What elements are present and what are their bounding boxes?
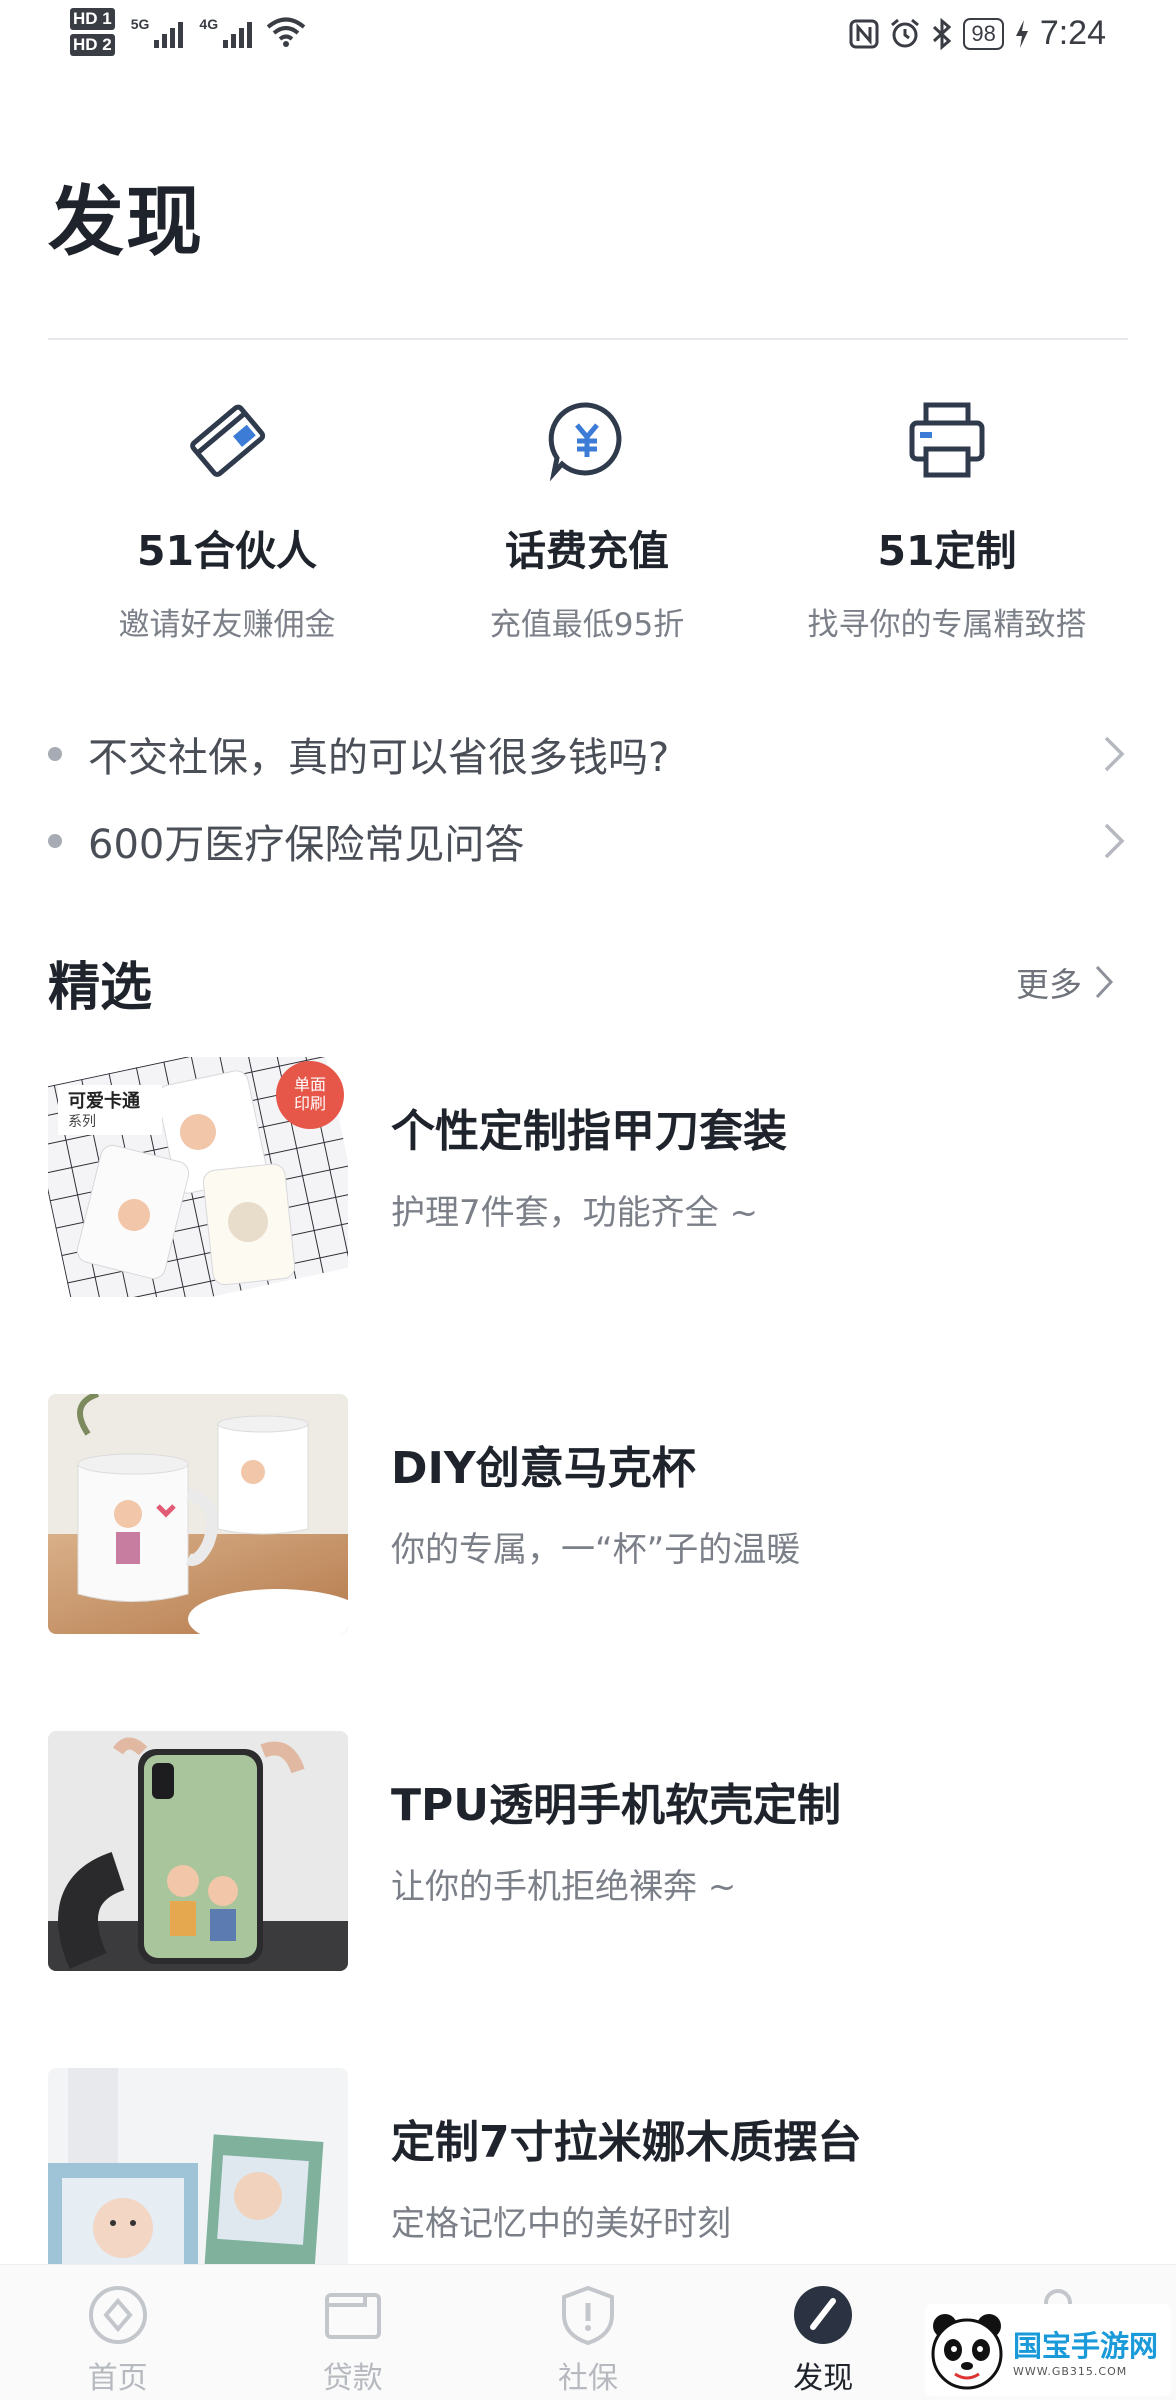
article-list: 不交社保，真的可以省很多钱吗? 600万医疗保险常见问答 (48, 710, 1128, 884)
product-title: DIY创意马克杯 (391, 1443, 696, 1494)
nav-tab-discover[interactable]: 发现 (706, 2265, 941, 2400)
nav-label: 贷款 (322, 2361, 383, 2396)
article-link[interactable]: 600万医疗保险常见问答 (48, 797, 1128, 884)
bullet-icon (48, 833, 62, 848)
watermark-subtext: WWW.GB315.COM (1013, 2364, 1128, 2378)
home-icon (88, 2286, 147, 2344)
product-tag-sub: 系列 (68, 1114, 96, 1130)
product-image (48, 1394, 348, 1634)
article-text: 600万医疗保险常见问答 (88, 821, 525, 868)
sim-indicators: HD 1 HD 2 (70, 8, 115, 56)
clock: 7:24 (1039, 14, 1106, 52)
more-label: 更多 (1016, 965, 1082, 1004)
featured-title: 精选 (48, 958, 153, 1018)
nav-tab-loan[interactable]: 贷款 (235, 2265, 470, 2400)
sim1-label: HD 1 (70, 8, 115, 30)
alarm-icon (891, 18, 920, 47)
quick-entry-subtitle: 邀请好友赚佣金 (118, 607, 336, 643)
quick-entry-custom[interactable]: 51定制 找寻你的专属精致搭 (767, 395, 1127, 644)
net1-label: 5G (130, 16, 150, 32)
product-badge: 单面印刷 (293, 1075, 326, 1113)
quick-entry-title: 51合伙人 (136, 527, 318, 575)
product-subtitle: 你的专属，一“杯”子的温暖 (391, 1530, 801, 1570)
shield-icon (562, 2285, 614, 2346)
sim2-label: HD 2 (70, 34, 115, 56)
printer-icon (909, 402, 985, 478)
product-item[interactable]: DIY创意马克杯 你的专属，一“杯”子的温暖 (48, 1394, 1128, 1731)
net2-label: 4G (199, 16, 219, 32)
nav-label: 首页 (87, 2361, 148, 2396)
status-right: 98 7:24 (849, 14, 1106, 53)
article-text: 不交社保，真的可以省很多钱吗? (88, 734, 670, 781)
product-item[interactable]: 可爱卡通 系列 单面印刷 个性定制指甲刀套装 护理7件套，功能齐全 ~ (48, 1057, 1128, 1394)
chevron-right-icon (1104, 736, 1125, 771)
product-list: 可爱卡通 系列 单面印刷 个性定制指甲刀套装 护理7件套，功能齐全 ~ DIY创… (48, 1057, 1128, 2400)
nfc-icon (849, 19, 879, 48)
product-subtitle: 让你的手机拒绝裸奔 ~ (391, 1867, 737, 1907)
chevron-right-icon (1095, 965, 1114, 999)
quick-entry-topup[interactable]: 话费充值 充值最低95折 (407, 395, 767, 644)
signal-5g-icon: 5G (131, 16, 184, 48)
signal-4g-icon: 4G (199, 16, 253, 48)
product-title: 个性定制指甲刀套装 (391, 1106, 787, 1157)
nav-tab-home[interactable]: 首页 (0, 2265, 235, 2400)
nav-label: 社保 (558, 2361, 618, 2396)
bullet-icon (48, 746, 62, 761)
watermark-text: 国宝手游网 (1013, 2328, 1159, 2363)
quick-entry-title: 话费充值 (505, 527, 669, 575)
bluetooth-icon (933, 17, 952, 50)
charging-icon (1015, 19, 1028, 48)
quick-entry-title: 51定制 (877, 527, 1017, 575)
more-link[interactable]: 更多 (1016, 958, 1116, 1006)
product-subtitle: 定格记忆中的美好时刻 (391, 2204, 731, 2244)
product-title: 定制7寸拉米娜木质摆台 (391, 2117, 862, 2168)
compass-icon (794, 2286, 853, 2344)
quick-entry-partner[interactable]: 51合伙人 邀请好友赚佣金 (47, 395, 407, 644)
header-divider (48, 338, 1128, 340)
product-item[interactable]: TPU透明手机软壳定制 让你的手机拒绝裸奔 ~ (48, 1731, 1128, 2068)
battery-level: 98 (963, 17, 1004, 50)
product-image (48, 1731, 348, 1971)
chevron-right-icon (1104, 823, 1125, 858)
watermark-logo: 国宝手游网 WWW.GB315.COM (925, 2304, 1171, 2396)
quick-entries: 51合伙人 邀请好友赚佣金 话费充值 充值最低95折 51定制 找寻你的专属精致… (0, 395, 1176, 644)
product-image: 可爱卡通 系列 单面印刷 (48, 1057, 348, 1297)
status-bar: HD 1 HD 2 5G 4G 98 7:24 (0, 0, 1176, 72)
panda-icon (931, 2314, 1003, 2390)
wallet-icon (324, 2293, 381, 2339)
wifi-icon (266, 17, 306, 47)
product-subtitle: 护理7件套，功能齐全 ~ (391, 1193, 758, 1233)
quick-entry-subtitle: 找寻你的专属精致搭 (807, 607, 1087, 643)
quick-entry-subtitle: 充值最低95折 (489, 607, 685, 643)
nav-label: 发现 (793, 2361, 854, 2396)
card-icon (190, 404, 266, 477)
status-left: HD 1 HD 2 5G 4G (70, 8, 306, 56)
product-tag: 可爱卡通 (68, 1091, 140, 1112)
page-title: 发现 (48, 177, 204, 266)
nav-tab-social-security[interactable]: 社保 (470, 2265, 705, 2400)
article-link[interactable]: 不交社保，真的可以省很多钱吗? (48, 710, 1128, 797)
product-title: TPU透明手机软壳定制 (391, 1780, 841, 1831)
yuan-bubble-icon (548, 402, 622, 482)
